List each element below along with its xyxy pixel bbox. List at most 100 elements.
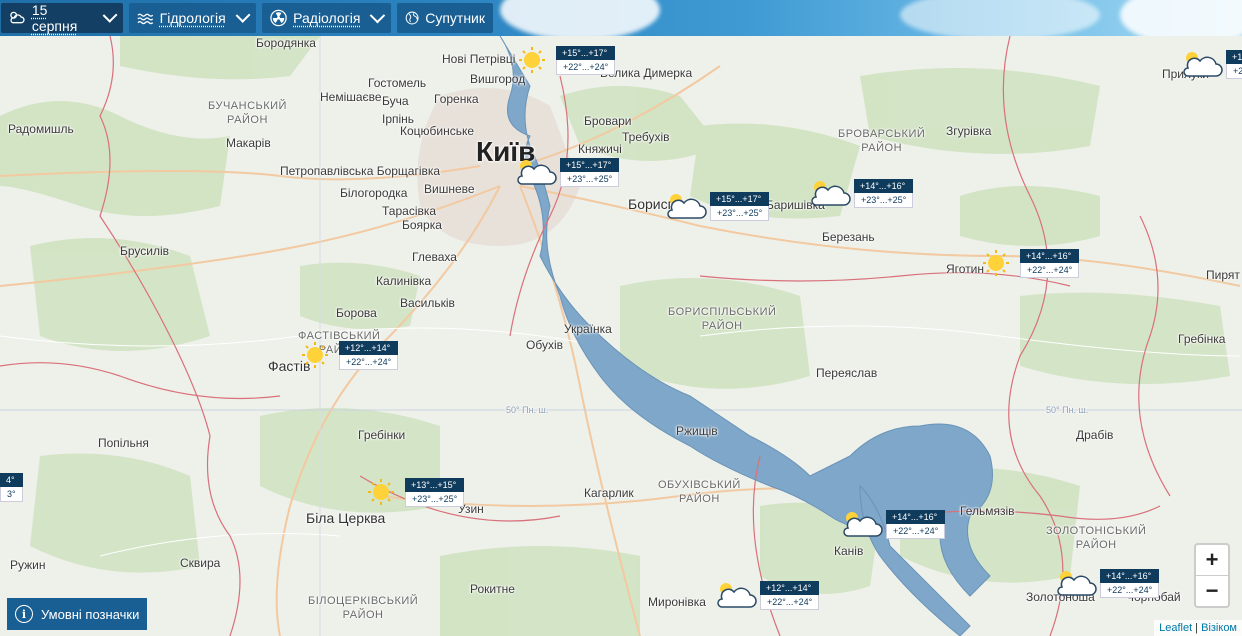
partly-cloudy-icon <box>717 583 757 608</box>
sun-icon <box>983 250 1009 276</box>
night-temperature: +15°...+17° <box>556 46 616 60</box>
day-temperature: +23°...+25° <box>854 193 914 208</box>
map-label-ukrainka: Українка <box>564 322 612 336</box>
map-label-tarasivka: Тарасівка <box>382 204 437 218</box>
water-waves-icon <box>137 13 154 25</box>
map-label-kaharlyk: Кагарлик <box>584 486 634 500</box>
night-temperature: 4° <box>0 473 23 487</box>
zoom-in-button[interactable]: + <box>1196 545 1228 575</box>
map-label-helmiaziv: Гельмязів <box>960 504 1015 518</box>
partly-cloudy-icon <box>1183 52 1223 77</box>
partly-cloudy-icon <box>843 512 883 537</box>
map-label-borodianka: Бородянка <box>256 36 316 50</box>
map-label-bilohorodka: Білогородка <box>340 186 408 200</box>
day-temperature: +22°...+24° <box>339 355 399 370</box>
night-temperature: +14°...+16° <box>886 510 946 524</box>
night-temperature: +14°...+16° <box>1020 249 1080 263</box>
radiation-icon <box>270 9 287 27</box>
night-temperature: +13°...+15° <box>405 478 465 492</box>
night-temperature: +15°...+17° <box>560 158 620 172</box>
map-label-rokytne: Рокитне <box>470 582 515 596</box>
day-temperature: +23°...+25° <box>710 206 770 221</box>
day-temperature: +22°...+24° <box>760 595 820 610</box>
day-temperature: +22°...+24° <box>886 524 946 539</box>
globe-icon <box>405 11 419 25</box>
map-label-popilnia: Попільня <box>98 436 149 450</box>
map-label-kniazhychi: Княжичі <box>578 142 622 156</box>
chevron-down-icon <box>102 7 118 24</box>
map-label-bucha: Буча <box>382 94 409 108</box>
day-temperature: +22°...+24° <box>1020 263 1080 278</box>
day-temperature: +22°...+24° <box>1100 583 1160 598</box>
night-temperature: +14°...+16° <box>854 179 914 193</box>
map-label-pereiaslav: Переяслав <box>816 366 878 380</box>
leaflet-link[interactable]: Leaflet <box>1159 622 1192 634</box>
map-attribution: Leaflet | Візіком <box>1154 620 1242 636</box>
info-icon: i <box>15 605 33 623</box>
map-label-boiarka: Боярка <box>402 218 442 232</box>
map-label-brovary: Бровари <box>584 114 632 128</box>
map-label-brusyliv: Брусилів <box>120 244 170 258</box>
sky-cloud <box>500 0 660 36</box>
map-label-skvyra: Сквира <box>180 556 221 570</box>
date-selector-button[interactable]: 15 серпня <box>1 2 123 34</box>
visicom-link[interactable]: Візіком <box>1201 622 1237 634</box>
map-label-berezan: Березань <box>822 230 875 244</box>
night-temperature: +12°...+14° <box>339 341 399 355</box>
satellite-button[interactable]: Супутник <box>397 3 493 33</box>
partly-cloudy-icon <box>667 194 707 219</box>
map-label-vasylkiv: Васильків <box>400 296 455 310</box>
zoom-out-button[interactable]: − <box>1196 575 1228 606</box>
map-label-hrebinky: Гребінки <box>358 428 406 442</box>
map-label-pyriatyn: Пирят <box>1206 268 1240 282</box>
map-label-hostomel: Гостомель <box>368 76 427 90</box>
radiology-label: Радіологія <box>293 10 361 26</box>
map-label-novi-petrivtsi: Нові Петрівці <box>442 52 516 66</box>
map-label-zghurivka: Згурівка <box>946 124 992 138</box>
legend-label: Умовні позначки <box>41 606 140 622</box>
chevron-down-icon <box>370 7 386 24</box>
sun-icon <box>519 47 545 73</box>
map-label-obukhiv: Обухів <box>526 338 563 352</box>
map-label-borova: Борова <box>336 306 377 320</box>
hydrology-label: Гідрологія <box>159 10 226 26</box>
partly-cloudy-icon <box>1057 571 1097 596</box>
chevron-down-icon <box>235 7 251 24</box>
district-label-buchanskyi: БУЧАНСЬКИЙ РАЙОН <box>208 100 287 126</box>
latitude-label: 50° Пн. ш. <box>506 405 549 415</box>
district-label-zolotoniskyi: ЗОЛОТОНІСЬКИЙ РАЙОН <box>1046 525 1147 551</box>
day-temperature: +22°...+24° <box>556 60 616 75</box>
night-temperature: +14°...+16° <box>1100 569 1160 583</box>
hydrology-button[interactable]: Гідрологія <box>129 3 256 33</box>
sky-cloud <box>1120 0 1242 36</box>
map-label-makariv: Макарів <box>226 136 271 150</box>
map-label-hlevakha: Глеваха <box>412 250 457 264</box>
map-label-rzhyshchiv: Ржищів <box>676 424 718 438</box>
map-label-vyshneve: Вишневе <box>424 182 475 196</box>
map-label-bila-tserkva: Біла Церква <box>306 510 386 526</box>
legend-button[interactable]: i Умовні позначки <box>7 598 148 630</box>
sun-icon <box>368 479 394 505</box>
district-label-boryspilskyi: БОРИСПІЛЬСЬКИЙ РАЙОН <box>668 306 777 332</box>
map-label-radomyshl: Радомишль <box>8 122 74 136</box>
day-temperature: +23°...+25° <box>560 172 620 187</box>
district-label-brovarskyi: БРОВАРСЬКИЙ РАЙОН <box>838 128 926 154</box>
map-label-horenka: Горенка <box>434 92 479 106</box>
district-label-obukhivskyi: ОБУХІВСЬКИЙ РАЙОН <box>658 479 741 505</box>
partly-cloudy-icon <box>517 160 557 185</box>
map-label-nemishaieve: Немішаєве <box>320 90 382 104</box>
sky-cloud <box>900 0 1100 36</box>
zoom-control: + − <box>1194 543 1230 608</box>
map-label-ruzhyn: Ружин <box>10 558 46 572</box>
map-canvas[interactable]: Бородянка Нові Петрівці Вишгород Велика … <box>0 36 1242 636</box>
partly-cloudy-icon <box>811 181 851 206</box>
weather-cloud-icon <box>10 11 25 24</box>
radiology-button[interactable]: Радіологія <box>262 3 391 33</box>
night-temperature: +15°...+17° <box>710 192 770 206</box>
night-temperature: +12°...+14° <box>760 581 820 595</box>
day-temperature: +2 <box>1226 64 1242 79</box>
map-label-drabiv: Драбів <box>1076 428 1114 442</box>
satellite-label: Супутник <box>425 10 485 26</box>
latitude-label: 50° Пн. ш. <box>1046 405 1089 415</box>
sun-icon <box>302 342 328 368</box>
